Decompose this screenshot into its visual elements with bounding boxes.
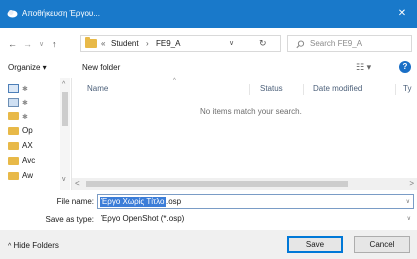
folder-icon [8,127,19,135]
breadcrumb-fe9a[interactable]: FE9_A [156,39,180,48]
nav-item-ax[interactable]: AX [22,141,33,150]
pin-icon: ✱ [22,100,28,107]
save-as-type-value[interactable]: Έργο OpenShot (*.osp) [101,214,184,224]
hide-folders-button[interactable]: ^ Hide Folders [8,241,59,250]
navigation-pane: ✱ ✱ ✱ Op AX Avc Aw ^ v [0,78,72,190]
scroll-left-icon[interactable]: < [75,179,80,188]
scroll-right-icon[interactable]: > [409,179,414,188]
breadcrumb-student[interactable]: Student [111,39,139,48]
back-button[interactable]: ← [8,39,17,49]
scrollbar-thumb[interactable] [86,181,348,187]
folder-icon [8,157,19,165]
nav-item-op[interactable]: Op [22,126,33,135]
file-name-field[interactable]: Έργο Χωρίς Τίτλο .osp ∨ [97,194,414,209]
pin-icon: ✱ [22,86,28,93]
forward-button[interactable]: → [23,39,32,49]
column-divider[interactable] [395,84,396,95]
breadcrumb[interactable]: « Student › FE9_A ∨ ↻ [80,35,281,52]
hide-folders-label: Hide Folders [13,241,59,250]
chevron-up-icon: ^ [8,243,12,250]
empty-message: No items match your search. [200,107,302,116]
sort-indicator-icon: ^ [173,78,176,84]
file-name-extension[interactable]: .osp [166,197,181,207]
dialog-footer: ^ Hide Folders Save Cancel [0,230,417,259]
file-name-label: File name: [56,197,94,206]
chevron-down-icon[interactable]: ∨ [406,198,410,205]
openshot-app-icon [7,10,18,18]
folder-icon [8,142,19,150]
nav-scrollbar[interactable]: ^ v [60,78,70,190]
refresh-icon[interactable]: ↻ [259,38,267,49]
title-bar: Αποθήκευση Έργου... ✕ [0,0,417,28]
window-title: Αποθήκευση Έργου... [22,9,100,18]
downloads-icon[interactable] [8,84,19,93]
file-list-scrollbar[interactable]: < > [72,178,417,190]
save-as-type-select[interactable]: Έργο OpenShot (*.osp) ∨ [97,212,414,227]
search-input[interactable]: Search FE9_A [287,35,412,52]
column-divider[interactable] [303,84,304,95]
pictures-icon[interactable] [8,98,19,107]
cancel-button[interactable]: Cancel [354,236,410,253]
chevron-down-icon[interactable]: ∨ [229,39,234,47]
column-header-name[interactable]: Name [87,84,108,93]
pin-icon: ✱ [22,114,28,121]
scroll-down-icon[interactable]: v [62,176,66,183]
breadcrumb-separator: › [146,39,149,48]
column-header-type[interactable]: Ty [403,84,411,93]
folder-icon [8,172,19,180]
save-button[interactable]: Save [287,236,343,253]
new-folder-button[interactable]: New folder [82,63,120,72]
search-placeholder: Search FE9_A [310,39,363,48]
save-form: File name: Έργο Χωρίς Τίτλο .osp ∨ Save … [0,190,417,230]
nav-item-avc[interactable]: Avc [22,156,35,165]
chevron-down-icon[interactable]: ∨ [407,215,411,222]
command-bar: Organize ▾ New folder ☷ ▾ ? [0,58,417,78]
search-icon [296,40,305,49]
close-button[interactable]: ✕ [387,0,417,28]
scrollbar-thumb[interactable] [62,92,68,126]
column-header-date-modified[interactable]: Date modified [313,84,362,93]
organize-button[interactable]: Organize ▾ [8,63,47,72]
view-options-icon[interactable]: ☷ ▾ [356,62,371,73]
file-list: ^ Name Status Date modified Ty No items … [73,78,417,178]
column-header-status[interactable]: Status [260,84,283,93]
column-divider[interactable] [249,84,250,95]
file-name-selection[interactable]: Έργο Χωρίς Τίτλο [100,197,166,207]
folder-icon[interactable] [8,112,19,120]
up-button[interactable]: ↑ [52,39,57,49]
overflow-icon[interactable]: « [101,39,105,48]
save-as-type-label: Save as type: [45,215,94,224]
nav-item-aw[interactable]: Aw [22,171,33,180]
folder-icon [85,37,97,48]
help-icon[interactable]: ? [399,61,411,73]
recent-locations-button[interactable]: ∨ [39,40,44,48]
address-bar: ← → ∨ ↑ « Student › FE9_A ∨ ↻ Search FE9… [0,28,417,58]
scroll-up-icon[interactable]: ^ [62,81,65,88]
